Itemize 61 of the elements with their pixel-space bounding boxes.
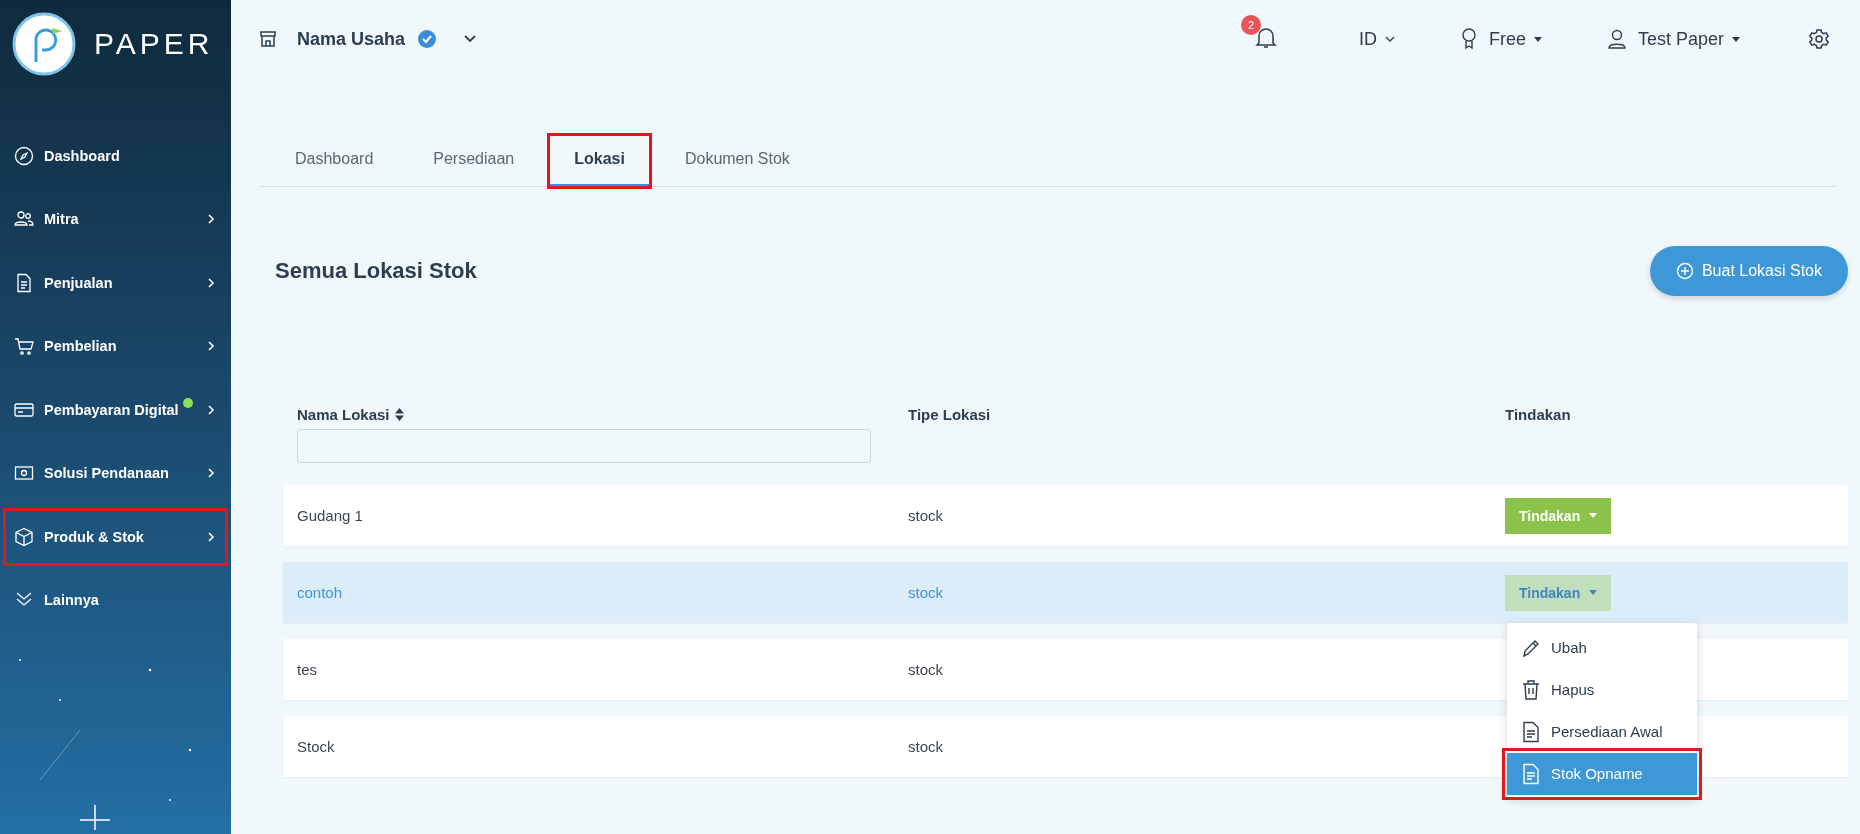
table-cell: tes [297, 661, 317, 678]
nav-label: Dashboard [44, 147, 120, 164]
table-cell: contoh [297, 584, 343, 601]
filter-input[interactable] [297, 429, 871, 463]
sidebar-item[interactable]: Penjualan [0, 251, 231, 315]
award-icon [1460, 28, 1477, 50]
store-icon [259, 30, 277, 48]
notification-badge: 2 [1240, 15, 1261, 35]
sort-icon[interactable] [394, 408, 404, 421]
nav-label: Penjualan [44, 274, 113, 291]
user-icon [1607, 29, 1626, 49]
bell-icon[interactable] [1254, 25, 1277, 49]
tab[interactable]: Persediaan [409, 136, 539, 186]
business-name[interactable]: Nama Usaha [297, 28, 406, 50]
sidebar-item[interactable]: Pembelian [0, 314, 231, 378]
tab[interactable]: Dashboard [271, 136, 398, 186]
settings-icon[interactable] [1808, 28, 1830, 50]
table-cell: stock [908, 661, 943, 678]
table-cell: stock [908, 584, 943, 601]
sidebar-item[interactable]: Dashboard [0, 124, 231, 188]
table-cell: Stock [297, 738, 335, 755]
sidebar-item[interactable]: Pembayaran Digital [0, 378, 231, 442]
caret-icon [1589, 590, 1598, 595]
language-selector[interactable]: ID [1358, 28, 1377, 50]
page-title: Semua Lokasi Stok [275, 258, 477, 284]
document-icon [1521, 720, 1541, 743]
tab[interactable]: Dokumen Stok [660, 136, 814, 186]
tab[interactable]: Lokasi [550, 136, 649, 186]
table-row[interactable]: Gudang 1 stock Tindakan [283, 485, 1848, 546]
column-header[interactable]: Nama Lokasi [297, 406, 390, 423]
sidebar-item[interactable]: Solusi Pendanaan [0, 441, 231, 505]
document-icon [14, 272, 34, 293]
cart-icon [14, 336, 34, 357]
table-cell: stock [908, 738, 943, 755]
sidebar-item[interactable]: Mitra [0, 187, 231, 251]
nav-label: Lainnya [44, 592, 99, 609]
caret-icon [1732, 36, 1740, 42]
sidebar-item[interactable]: Produk & Stok [0, 505, 231, 569]
plan-selector[interactable]: Free [1488, 28, 1526, 50]
box-icon [14, 526, 34, 547]
sidebar-item[interactable]: Lainnya [0, 568, 231, 632]
caret-icon [1533, 36, 1542, 42]
nav-label: Mitra [44, 211, 79, 228]
brand-name: PAPER [94, 27, 214, 61]
logo-icon [12, 12, 76, 76]
document-icon [1521, 762, 1541, 785]
plus-circle-icon [1675, 262, 1694, 280]
compass-icon [14, 145, 34, 166]
nav-label: Pembayaran Digital [44, 401, 179, 418]
chevron-down-icon [1384, 35, 1395, 43]
nav-label: Pembelian [44, 338, 117, 355]
chevron-down-icon[interactable] [463, 34, 478, 44]
table-cell: Gudang 1 [297, 507, 363, 524]
column-header: Tipe Lokasi [908, 406, 991, 423]
trash-icon [1521, 678, 1541, 701]
caret-icon [1589, 513, 1598, 518]
column-header: Tindakan [1505, 406, 1571, 423]
nav-label: Solusi Pendanaan [44, 465, 169, 482]
table-cell: stock [908, 507, 943, 524]
user-menu[interactable]: Test Paper [1637, 28, 1724, 50]
nav-label: Produk & Stok [44, 528, 144, 545]
